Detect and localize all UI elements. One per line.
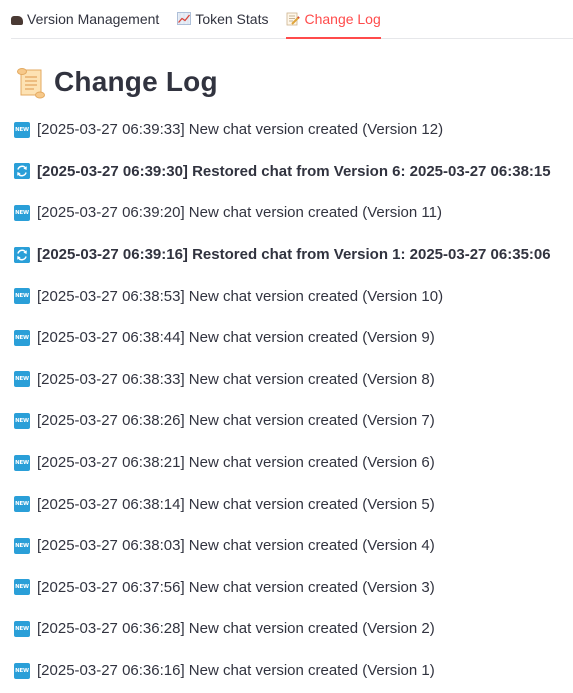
new-badge-icon: NEW: [14, 537, 30, 554]
new-badge-icon: NEW: [14, 412, 30, 429]
log-entry-text: [2025-03-27 06:38:14] New chat version c…: [37, 495, 435, 513]
log-entry-text: [2025-03-27 06:39:33] New chat version c…: [37, 121, 444, 139]
log-entry: NEW [2025-03-27 06:37:56] New chat versio…: [14, 567, 564, 609]
log-entry-text: [2025-03-27 06:38:53] New chat version c…: [37, 287, 444, 305]
tab-label: Version Management: [27, 11, 160, 27]
new-badge-icon: NEW: [14, 121, 30, 138]
log-entry: NEW [2025-03-27 06:36:28] New chat versio…: [14, 608, 564, 650]
tab-label: Change Log: [304, 11, 381, 27]
log-entry: NEW [2025-03-27 06:38:53] New chat versio…: [14, 275, 564, 317]
memo-icon: [286, 12, 301, 26]
log-entry-text: [2025-03-27 06:36:16] New chat version c…: [37, 662, 435, 680]
tab-version-management[interactable]: Version Management: [11, 0, 159, 38]
log-entry: NEW [2025-03-27 06:36:16] New chat versio…: [14, 650, 564, 692]
locomotive-icon: [11, 15, 23, 25]
tab-label: Token Stats: [195, 11, 269, 27]
log-entry-text: [2025-03-27 06:38:26] New chat version c…: [37, 412, 435, 430]
log-entry-text: [2025-03-27 06:39:20] New chat version c…: [37, 204, 442, 222]
new-badge-icon: NEW: [14, 329, 30, 346]
log-entry-text: [2025-03-27 06:39:30] Restored chat from…: [37, 162, 551, 180]
new-badge-icon: NEW: [14, 204, 30, 221]
restore-arrows-icon: [14, 246, 30, 263]
page-heading: Change Log: [16, 66, 218, 99]
tab-token-stats[interactable]: Token Stats: [177, 0, 268, 38]
new-badge-icon: NEW: [14, 371, 30, 388]
new-badge-icon: NEW: [14, 579, 30, 596]
tab-change-log[interactable]: Change Log: [286, 0, 382, 39]
scroll-icon: [16, 67, 45, 99]
change-log-list: NEW [2025-03-27 06:39:33] New chat versio…: [14, 109, 564, 691]
log-entry-text: [2025-03-27 06:36:28] New chat version c…: [37, 620, 435, 638]
log-entry: NEW [2025-03-27 06:39:20] New chat versio…: [14, 192, 564, 234]
new-badge-icon: NEW: [14, 620, 30, 637]
new-badge-icon: NEW: [14, 454, 30, 471]
tab-bar: Version Management Token Stats Change Lo…: [11, 0, 573, 39]
new-badge-icon: NEW: [14, 662, 30, 679]
log-entry: NEW [2025-03-27 06:38:44] New chat versio…: [14, 317, 564, 359]
log-entry: NEW [2025-03-27 06:38:03] New chat versio…: [14, 525, 564, 567]
log-entry-text: [2025-03-27 06:37:56] New chat version c…: [37, 578, 435, 596]
log-entry: NEW [2025-03-27 06:38:21] New chat versio…: [14, 442, 564, 484]
log-entry-text: [2025-03-27 06:38:44] New chat version c…: [37, 329, 435, 347]
page-title: Change Log: [54, 66, 218, 97]
restore-arrows-icon: [14, 163, 30, 180]
log-entry-text: [2025-03-27 06:39:16] Restored chat from…: [37, 246, 551, 264]
log-entry: [2025-03-27 06:39:30] Restored chat from…: [14, 151, 564, 193]
log-entry-text: [2025-03-27 06:38:21] New chat version c…: [37, 454, 435, 472]
new-badge-icon: NEW: [14, 288, 30, 305]
log-entry-text: [2025-03-27 06:38:03] New chat version c…: [37, 537, 435, 555]
log-entry: NEW [2025-03-27 06:39:33] New chat versio…: [14, 109, 564, 151]
chart-increasing-icon: [177, 12, 192, 26]
log-entry: [2025-03-27 06:39:16] Restored chat from…: [14, 234, 564, 276]
log-entry: NEW [2025-03-27 06:38:33] New chat versio…: [14, 359, 564, 401]
log-entry: NEW [2025-03-27 06:38:26] New chat versio…: [14, 400, 564, 442]
new-badge-icon: NEW: [14, 496, 30, 513]
log-entry-text: [2025-03-27 06:38:33] New chat version c…: [37, 370, 435, 388]
log-entry: NEW [2025-03-27 06:38:14] New chat versio…: [14, 483, 564, 525]
